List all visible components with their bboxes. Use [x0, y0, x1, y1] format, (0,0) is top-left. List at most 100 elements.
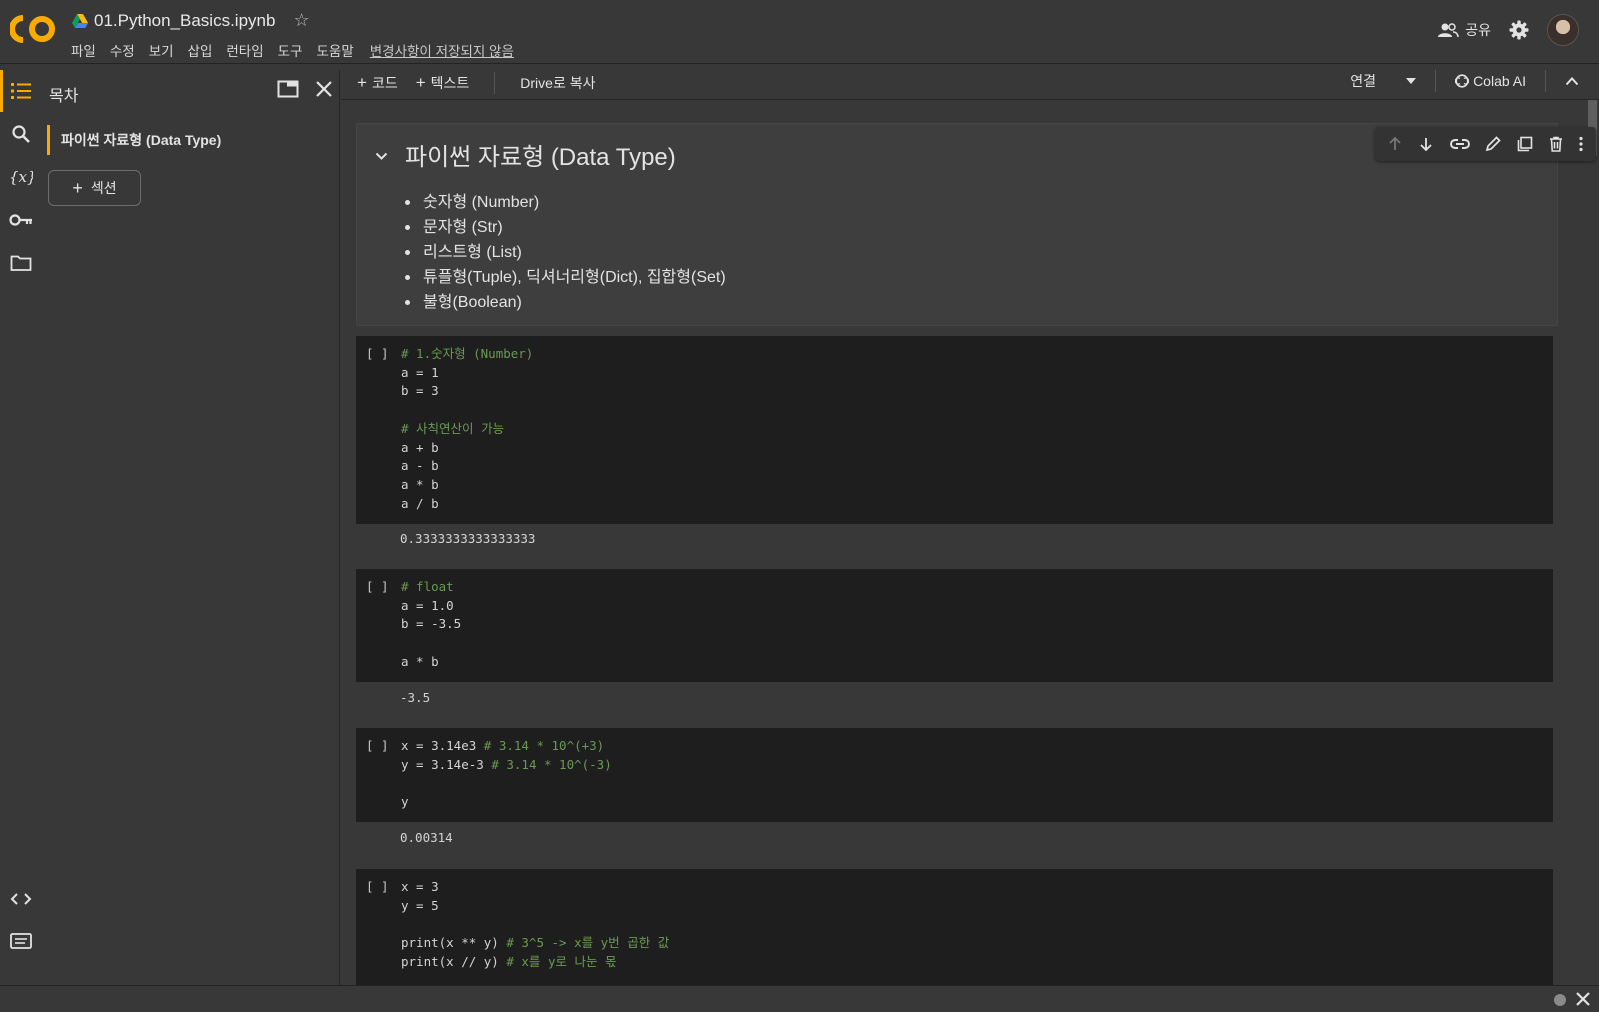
- code-line: a * b: [401, 476, 439, 492]
- collapse-chevron-icon[interactable]: [375, 152, 388, 160]
- code-cell[interactable]: [ ] x = 3 y = 5 ​print(x ** y) # 3^5 -> x를…: [356, 869, 1553, 985]
- share-label: 공유: [1465, 22, 1491, 38]
- colab-logo[interactable]: [10, 12, 58, 46]
- code-line: a + b: [401, 439, 439, 455]
- toolbar-divider: [1545, 70, 1546, 92]
- colab-ai-button[interactable]: Colab AI: [1455, 73, 1526, 89]
- menu-edit[interactable]: 수정: [110, 40, 135, 60]
- code-line: ​: [401, 774, 612, 793]
- share-button[interactable]: 공유: [1437, 20, 1491, 40]
- table-of-contents-icon[interactable]: [9, 79, 33, 103]
- cell-output: -3.5: [400, 690, 431, 705]
- code-line: y = 3.14e-3 # 3.14 * 10^(-3): [401, 756, 612, 772]
- add-code-button[interactable]: + 코드: [357, 73, 398, 93]
- variables-icon[interactable]: {x}: [9, 165, 33, 189]
- add-text-label: 텍스트: [430, 75, 470, 91]
- open-in-tab-icon[interactable]: [277, 80, 299, 98]
- close-icon[interactable]: [1575, 991, 1591, 1007]
- caret-down-icon[interactable]: [1406, 78, 1417, 84]
- toc-title: 목차: [49, 88, 79, 105]
- search-icon[interactable]: [9, 122, 33, 146]
- code-editor[interactable]: x = 3 y = 5 ​print(x ** y) # 3^5 -> x를 y번 …: [401, 878, 669, 972]
- code-line: x = 3: [401, 879, 439, 894]
- code-line: ​: [401, 915, 669, 934]
- app-header: 01.Python_Basics.ipynb ☆ 파일 수정 보기 삽입 런타임…: [0, 0, 1599, 64]
- plus-icon: +: [357, 73, 367, 92]
- status-indicator-icon[interactable]: [1554, 994, 1566, 1006]
- cell-output: 0.3333333333333333: [400, 531, 536, 546]
- command-palette-icon[interactable]: [9, 929, 33, 953]
- code-line: b = 3: [401, 383, 439, 399]
- run-cell-button[interactable]: [ ]: [366, 879, 389, 894]
- run-cell-button[interactable]: [ ]: [366, 738, 389, 753]
- chevron-up-icon[interactable]: [1565, 76, 1579, 86]
- toolbar-divider: [494, 72, 496, 94]
- link-icon[interactable]: [1449, 138, 1470, 150]
- copy-to-drive-button[interactable]: Drive로 복사: [520, 73, 595, 93]
- code-cell[interactable]: [ ] # 1.숫자형 (Number) a = 1 b = 3 ​# 사칙연산이 가…: [356, 336, 1553, 524]
- settings-gear-icon[interactable]: [1509, 20, 1529, 40]
- menu-bar: 파일 수정 보기 삽입 런타임 도구 도움말 변경사항이 저장되지 않음: [71, 40, 514, 60]
- plus-icon: +: [415, 73, 426, 92]
- menu-insert[interactable]: 삽입: [188, 40, 213, 60]
- section-button-label: 섹션: [90, 180, 117, 196]
- code-editor[interactable]: # 1.숫자형 (Number) a = 1 b = 3 ​# 사칙연산이 가능 a +…: [401, 345, 533, 513]
- toc-actions: [277, 80, 333, 98]
- folder-icon[interactable]: [9, 251, 33, 275]
- menu-runtime[interactable]: 런타임: [226, 40, 263, 60]
- people-icon: [1438, 23, 1459, 38]
- list-item: 튜플형(Tuple), 딕셔너리형(Dict), 집합형(Set): [405, 265, 726, 290]
- connect-button[interactable]: 연결: [1350, 71, 1417, 91]
- key-icon[interactable]: [9, 208, 33, 232]
- code-line: x = 3.14e3 # 3.14 * 10^(+3): [401, 738, 605, 753]
- section-heading: 파이썬 자료형 (Data Type): [405, 144, 676, 171]
- add-section-button[interactable]: + 섹션: [48, 170, 141, 206]
- delete-trash-icon[interactable]: [1549, 136, 1563, 152]
- run-cell-button[interactable]: [ ]: [366, 579, 389, 594]
- star-icon[interactable]: ☆: [293, 10, 309, 31]
- toc-item-data-type[interactable]: 파이썬 자료형 (Data Type): [47, 125, 221, 155]
- menu-file[interactable]: 파일: [71, 40, 96, 60]
- list-item: 숫자형 (Number): [405, 190, 726, 215]
- unsaved-changes-link[interactable]: 변경사항이 저장되지 않음: [370, 40, 514, 60]
- rail-active-indicator: [0, 70, 3, 112]
- menu-tools[interactable]: 도구: [278, 40, 303, 60]
- menu-view[interactable]: 보기: [149, 40, 174, 60]
- code-cell[interactable]: [ ] x = 3.14e3 # 3.14 * 10^(+3) y = 3.14e…: [356, 728, 1553, 822]
- google-drive-icon: [72, 13, 88, 28]
- code-line: ​: [401, 401, 533, 420]
- edit-pencil-icon[interactable]: [1485, 136, 1502, 152]
- move-up-icon[interactable]: [1387, 136, 1403, 152]
- more-vert-icon[interactable]: [1578, 136, 1584, 152]
- code-editor[interactable]: x = 3.14e3 # 3.14 * 10^(+3) y = 3.14e-3 #…: [401, 737, 612, 812]
- code-snippets-icon[interactable]: [9, 887, 33, 911]
- connect-label: 연결: [1350, 73, 1377, 89]
- mirror-cell-icon[interactable]: [1517, 136, 1533, 152]
- close-icon[interactable]: [315, 80, 333, 98]
- move-down-icon[interactable]: [1418, 136, 1434, 152]
- plus-icon: +: [72, 178, 83, 198]
- cell-output: 0.00314: [400, 830, 453, 845]
- notebook-title[interactable]: 01.Python_Basics.ipynb: [94, 11, 275, 31]
- text-cell[interactable]: 파이썬 자료형 (Data Type) 숫자형 (Number) 문자형 (St…: [356, 123, 1596, 326]
- status-bar: [0, 985, 1599, 1012]
- toolbar-right: 연결 Colab AI: [1350, 70, 1579, 92]
- code-editor[interactable]: # float a = 1.0 b = -3.5 ​a * b: [401, 578, 461, 672]
- cell-toolbar: [1375, 127, 1596, 161]
- list-item: 불형(Boolean): [405, 290, 726, 315]
- code-line: y = 5: [401, 897, 439, 913]
- side-rail: {x}: [0, 70, 42, 985]
- code-line: a / b: [401, 495, 439, 511]
- user-avatar[interactable]: [1547, 14, 1579, 46]
- code-line: a - b: [401, 458, 439, 474]
- notebook-scrollbar[interactable]: [1587, 100, 1599, 985]
- toc-panel: 목차 파이썬 자료형 (Data Type) + 섹션: [42, 70, 340, 985]
- code-line: # 1.숫자형 (Number): [401, 346, 534, 361]
- list-item: 문자형 (Str): [405, 215, 726, 240]
- add-text-button[interactable]: + 텍스트: [416, 73, 470, 93]
- colab-ai-icon: [1455, 74, 1470, 88]
- menu-help[interactable]: 도움말: [316, 40, 353, 60]
- code-line: b = -3.5: [401, 616, 462, 632]
- run-cell-button[interactable]: [ ]: [366, 346, 389, 361]
- code-cell[interactable]: [ ] # float a = 1.0 b = -3.5 ​a * b: [356, 569, 1553, 682]
